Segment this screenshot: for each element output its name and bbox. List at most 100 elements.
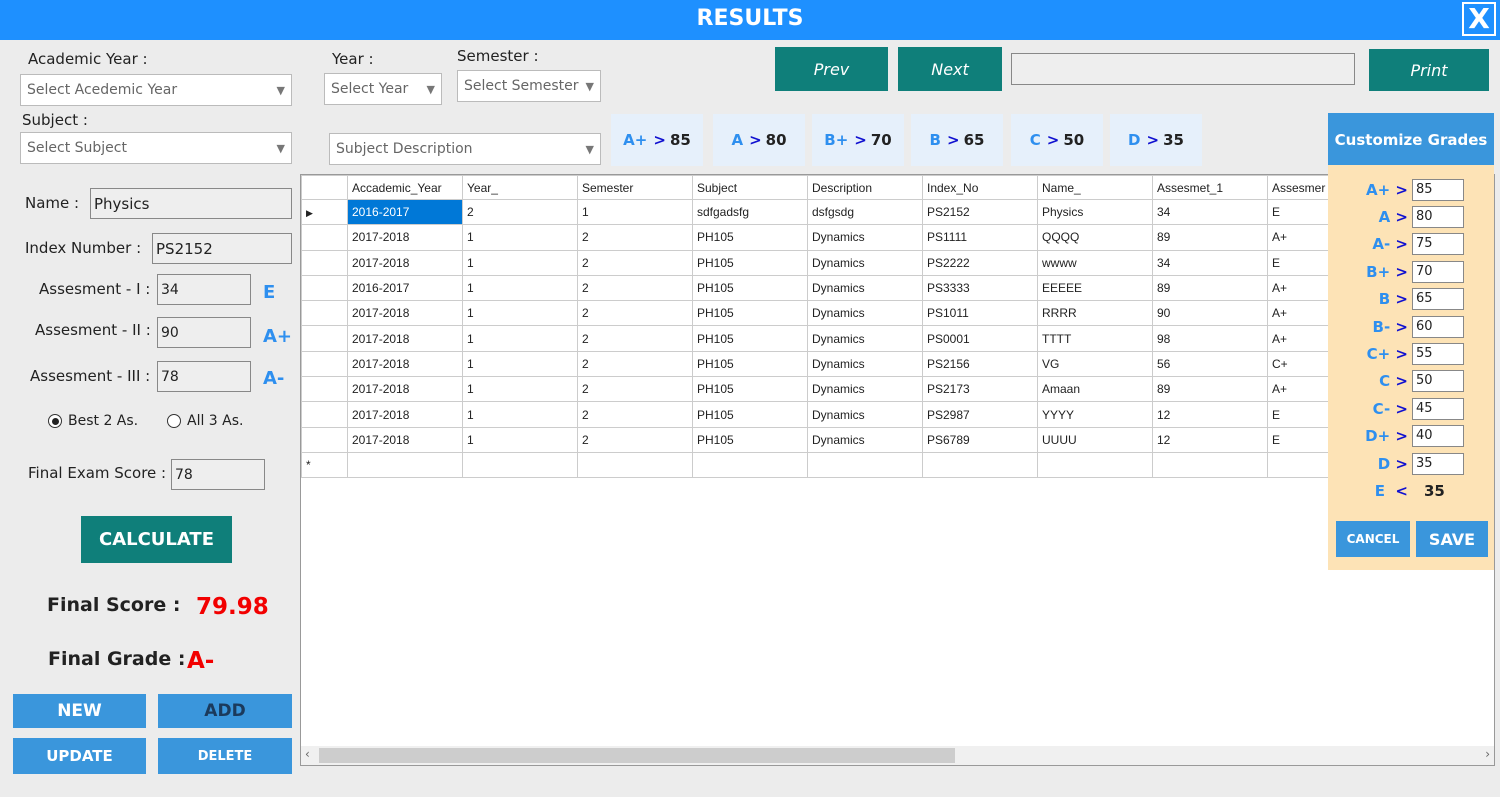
table-cell[interactable]: 2017-2018: [347, 300, 463, 327]
table-cell[interactable]: PS2987: [922, 401, 1038, 428]
table-cell[interactable]: 98: [1152, 325, 1268, 352]
table-cell[interactable]: 2: [577, 249, 693, 276]
table-cell[interactable]: [462, 451, 578, 479]
academic-year-select[interactable]: Select Acedemic Year ▼: [20, 74, 292, 106]
table-cell[interactable]: [692, 451, 808, 479]
grade-threshold-input[interactable]: 80: [1412, 206, 1464, 229]
grade-threshold-input[interactable]: 45: [1412, 397, 1464, 420]
delete-button[interactable]: DELETE: [158, 738, 292, 774]
column-header[interactable]: Subject: [692, 175, 808, 200]
table-cell[interactable]: 34: [1152, 249, 1268, 276]
column-header[interactable]: Semester: [577, 175, 693, 200]
column-header[interactable]: Index_No: [922, 175, 1038, 200]
table-cell[interactable]: [347, 451, 463, 479]
table-cell[interactable]: Dynamics: [807, 300, 923, 327]
table-row[interactable]: 2017-2018 1 2 PH105 Dynamics PS1011 RRRR 90 A+: [301, 300, 1383, 327]
semester-select[interactable]: Select Semester ▼: [457, 70, 601, 102]
table-cell[interactable]: 2016-2017: [347, 274, 463, 302]
table-cell[interactable]: PH105: [692, 350, 808, 378]
table-cell[interactable]: PH105: [692, 401, 808, 428]
table-cell[interactable]: 1: [462, 401, 578, 428]
subject-description-select[interactable]: Subject Description ▼: [329, 133, 601, 165]
table-cell[interactable]: 1: [462, 224, 578, 251]
table-cell[interactable]: 2017-2018: [347, 325, 463, 352]
table-row[interactable]: 2017-2018 1 2 PH105 Dynamics PS2987 YYYY 12 E: [301, 401, 1383, 428]
table-cell[interactable]: 2016-2017: [347, 198, 463, 226]
table-cell[interactable]: PS2173: [922, 376, 1038, 403]
radio-all-3[interactable]: All 3 As.: [167, 413, 244, 429]
next-button[interactable]: Next: [898, 47, 1002, 91]
table-row[interactable]: 2017-2018 1 2 PH105 Dynamics PS2156 VG 56 C+: [301, 350, 1383, 378]
row-header[interactable]: [301, 224, 348, 251]
index-number-field[interactable]: PS2152: [152, 233, 292, 264]
table-row[interactable]: 2017-2018 1 2 PH105 Dynamics PS2173 Amaan 89 A+: [301, 376, 1383, 403]
table-cell[interactable]: TTTT: [1037, 325, 1153, 352]
scroll-right-icon[interactable]: ›: [1485, 747, 1490, 761]
table-cell[interactable]: PS0001: [922, 325, 1038, 352]
table-cell[interactable]: 1: [462, 325, 578, 352]
subject-select[interactable]: Select Subject ▼: [20, 132, 292, 164]
scroll-left-icon[interactable]: ‹: [305, 747, 310, 761]
table-cell[interactable]: YYYY: [1037, 401, 1153, 428]
row-header[interactable]: [301, 350, 348, 378]
table-cell[interactable]: [807, 451, 923, 479]
table-cell[interactable]: [577, 451, 693, 479]
column-header[interactable]: Accademic_Year: [347, 175, 463, 200]
table-cell[interactable]: 89: [1152, 376, 1268, 403]
table-cell[interactable]: 1: [462, 274, 578, 302]
column-header[interactable]: Year_: [462, 175, 578, 200]
save-button[interactable]: SAVE: [1416, 521, 1488, 557]
horizontal-scrollbar[interactable]: ‹ ›: [301, 746, 1494, 765]
search-input[interactable]: [1011, 53, 1355, 85]
table-cell[interactable]: 2: [577, 426, 693, 453]
table-cell[interactable]: 1: [462, 249, 578, 276]
results-grid[interactable]: Accademic_Year Year_ Semester Subject Descri…: [300, 174, 1495, 766]
radio-best-2[interactable]: Best 2 As.: [48, 413, 138, 429]
table-cell[interactable]: Physics: [1037, 198, 1153, 226]
table-cell[interactable]: [1152, 451, 1268, 479]
table-cell[interactable]: wwww: [1037, 249, 1153, 276]
grade-threshold-input[interactable]: 35: [1412, 452, 1464, 475]
table-row[interactable]: 2017-2018 1 2 PH105 Dynamics PS6789 UUUU 12 E: [301, 426, 1383, 453]
table-row[interactable]: 2017-2018 1 2 PH105 Dynamics PS2222 wwww 34 E: [301, 249, 1383, 276]
table-cell[interactable]: PS3333: [922, 274, 1038, 302]
table-cell[interactable]: Dynamics: [807, 350, 923, 378]
table-cell[interactable]: UUUU: [1037, 426, 1153, 453]
grade-threshold-input[interactable]: 75: [1412, 233, 1464, 256]
cancel-button[interactable]: CANCEL: [1336, 521, 1410, 557]
table-cell[interactable]: QQQQ: [1037, 224, 1153, 251]
table-cell[interactable]: RRRR: [1037, 300, 1153, 327]
table-cell[interactable]: PH105: [692, 274, 808, 302]
calculate-button[interactable]: CALCULATE: [81, 516, 232, 563]
table-cell[interactable]: sdfgadsfg: [692, 198, 808, 226]
table-cell[interactable]: PH105: [692, 376, 808, 403]
row-header[interactable]: [301, 274, 348, 302]
table-cell[interactable]: 89: [1152, 274, 1268, 302]
table-cell[interactable]: 2: [462, 198, 578, 226]
table-row[interactable]: 2016-2017 1 2 PH105 Dynamics PS3333 EEEEE 89 A+: [301, 274, 1383, 302]
update-button[interactable]: UPDATE: [13, 738, 146, 774]
grade-threshold-input[interactable]: 70: [1412, 260, 1464, 283]
table-cell[interactable]: PS2152: [922, 198, 1038, 226]
column-header[interactable]: Description: [807, 175, 923, 200]
table-cell[interactable]: EEEEE: [1037, 274, 1153, 302]
column-header[interactable]: Name_: [1037, 175, 1153, 200]
name-field[interactable]: Physics: [90, 188, 292, 219]
assessment-2-field[interactable]: 90: [157, 317, 251, 348]
table-cell[interactable]: PH105: [692, 300, 808, 327]
table-cell[interactable]: PS2156: [922, 350, 1038, 378]
table-row[interactable]: ▶ 2016-2017 2 1 sdfgadsfg dsfgsdg PS2152 Physic…: [301, 198, 1383, 226]
scrollbar-thumb[interactable]: [319, 748, 955, 763]
table-cell[interactable]: Dynamics: [807, 249, 923, 276]
table-cell[interactable]: Dynamics: [807, 401, 923, 428]
table-cell[interactable]: 2: [577, 274, 693, 302]
table-cell[interactable]: 2017-2018: [347, 376, 463, 403]
table-cell[interactable]: 2017-2018: [347, 401, 463, 428]
table-cell[interactable]: Amaan: [1037, 376, 1153, 403]
table-cell[interactable]: 2017-2018: [347, 426, 463, 453]
table-cell[interactable]: VG: [1037, 350, 1153, 378]
table-cell[interactable]: 56: [1152, 350, 1268, 378]
table-cell[interactable]: 2: [577, 376, 693, 403]
row-header[interactable]: [301, 401, 348, 428]
new-row[interactable]: *: [301, 451, 1383, 479]
